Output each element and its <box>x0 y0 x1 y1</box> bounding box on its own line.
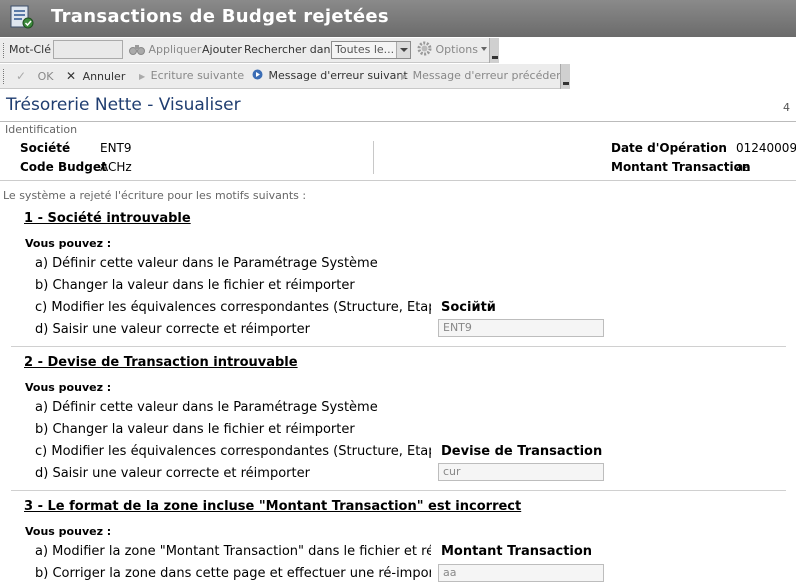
section-1-title: 1 - Société introuvable <box>24 211 191 226</box>
section-1-option-c: c) Modifier les équivalences corresponda… <box>35 300 431 315</box>
toolbar-grip[interactable] <box>3 43 5 58</box>
identification-legend: Identification <box>5 123 78 136</box>
chevron-down-icon <box>481 47 488 51</box>
section-3-field-input[interactable]: aa <box>438 564 604 582</box>
apply-button[interactable]: Appliquer <box>129 38 201 63</box>
chevron-down-icon <box>396 42 410 58</box>
operation-date-value: 01240009 <box>736 141 796 155</box>
operation-date-label: Date d'Opération <box>611 141 727 155</box>
title-bar: Transactions de Budget rejetées <box>0 0 796 37</box>
section-1-option-a: a) Définir cette valeur dans le Paramétr… <box>35 256 378 271</box>
toolbar-overflow-button[interactable] <box>489 38 499 63</box>
section-1-option-b: b) Changer la valeur dans le fichier et … <box>35 278 355 293</box>
options-button[interactable]: Options <box>417 38 488 63</box>
section-2-you-can: Vous pouvez : <box>25 381 112 394</box>
page-header: Trésorerie Nette - Visualiser 4 <box>0 91 796 122</box>
toolbar-overflow-button[interactable] <box>560 64 570 89</box>
prev-arrow-icon: ▶ <box>401 72 408 81</box>
add-button[interactable]: Ajouter <box>202 38 242 63</box>
page-number: 4 <box>783 101 790 114</box>
keyword-label: Mot-Clé <box>9 43 52 56</box>
budget-code-label: Code Budget <box>20 160 107 174</box>
budget-app-icon <box>10 5 34 29</box>
apply-label: Appliquer <box>148 43 202 56</box>
gear-icon <box>417 41 432 56</box>
cancel-label: Annuler <box>82 70 126 83</box>
next-entry-button[interactable]: ▶ Ecriture suivante <box>139 64 244 89</box>
close-icon: ✕ <box>66 69 77 83</box>
section-3-option-b: b) Corriger la zone dans cette page et e… <box>35 566 431 581</box>
ok-button[interactable]: ✓ OK <box>16 64 53 89</box>
section-1-field-label: Sociйtй <box>441 300 496 315</box>
identification-separator <box>0 180 796 181</box>
section-3-you-can: Vous pouvez : <box>25 525 112 538</box>
section-2-title: 2 - Devise de Transaction introuvable <box>24 355 298 370</box>
ok-label: OK <box>37 70 54 83</box>
search-in-label: Rechercher dans <box>244 43 337 56</box>
section-3-field-label: Montant Transaction <box>441 544 593 559</box>
options-label: Options <box>435 43 478 56</box>
section-2-field-label: Devise de Transaction <box>441 444 603 459</box>
cancel-button[interactable]: ✕ Annuler <box>66 64 125 89</box>
amount-label: Montant Transaction <box>611 160 751 174</box>
section-1-field-input[interactable]: ENT9 <box>438 319 604 337</box>
section-2-option-b: b) Changer la valeur dans le fichier et … <box>35 422 355 437</box>
section-2-option-a: a) Définir cette valeur dans le Paramétr… <box>35 400 378 415</box>
keyword-input[interactable] <box>53 40 123 59</box>
toolbar-grip[interactable] <box>3 69 5 84</box>
search-scope-value: Toutes le... <box>335 43 395 56</box>
prev-error-button[interactable]: ▶ Message d'erreur précédent <box>401 64 567 89</box>
rejection-intro: Le système a rejeté l'écriture pour les … <box>3 189 307 202</box>
page-title: Trésorerie Nette - Visualiser <box>6 95 241 115</box>
section-1-option-d: d) Saisir une valeur correcte et réimpor… <box>35 322 310 337</box>
amount-value: aa <box>736 160 751 174</box>
company-value: ENT9 <box>100 141 132 155</box>
budget-code-value: ACHz <box>100 160 132 174</box>
next-error-button[interactable]: Message d'erreur suivant <box>252 64 408 89</box>
next-entry-label: Ecriture suivante <box>150 69 245 82</box>
next-error-icon <box>252 69 263 80</box>
next-error-label: Message d'erreur suivant <box>268 69 408 82</box>
section-1-you-can: Vous pouvez : <box>25 237 112 250</box>
section-separator <box>11 346 786 347</box>
prev-error-label: Message d'erreur précédent <box>412 69 568 82</box>
next-arrow-icon: ▶ <box>139 72 146 81</box>
identification-divider <box>373 141 374 174</box>
section-3-option-a: a) Modifier la zone "Montant Transaction… <box>35 544 431 559</box>
section-2-option-d: d) Saisir une valeur correcte et réimpor… <box>35 466 310 481</box>
binoculars-icon <box>129 45 145 55</box>
company-label: Société <box>20 141 71 155</box>
section-separator <box>11 490 786 491</box>
search-scope-select[interactable]: Toutes le... <box>331 41 411 59</box>
window-title: Transactions de Budget rejetées <box>51 6 389 27</box>
action-toolbar: ✓ OK ✕ Annuler ▶ Ecriture suivante Messa… <box>0 64 570 89</box>
section-2-field-input[interactable]: cur <box>438 463 604 481</box>
check-icon: ✓ <box>16 69 27 83</box>
section-2-option-c: c) Modifier les équivalences corresponda… <box>35 444 431 459</box>
section-3-title: 3 - Le format de la zone incluse "Montan… <box>24 499 522 514</box>
